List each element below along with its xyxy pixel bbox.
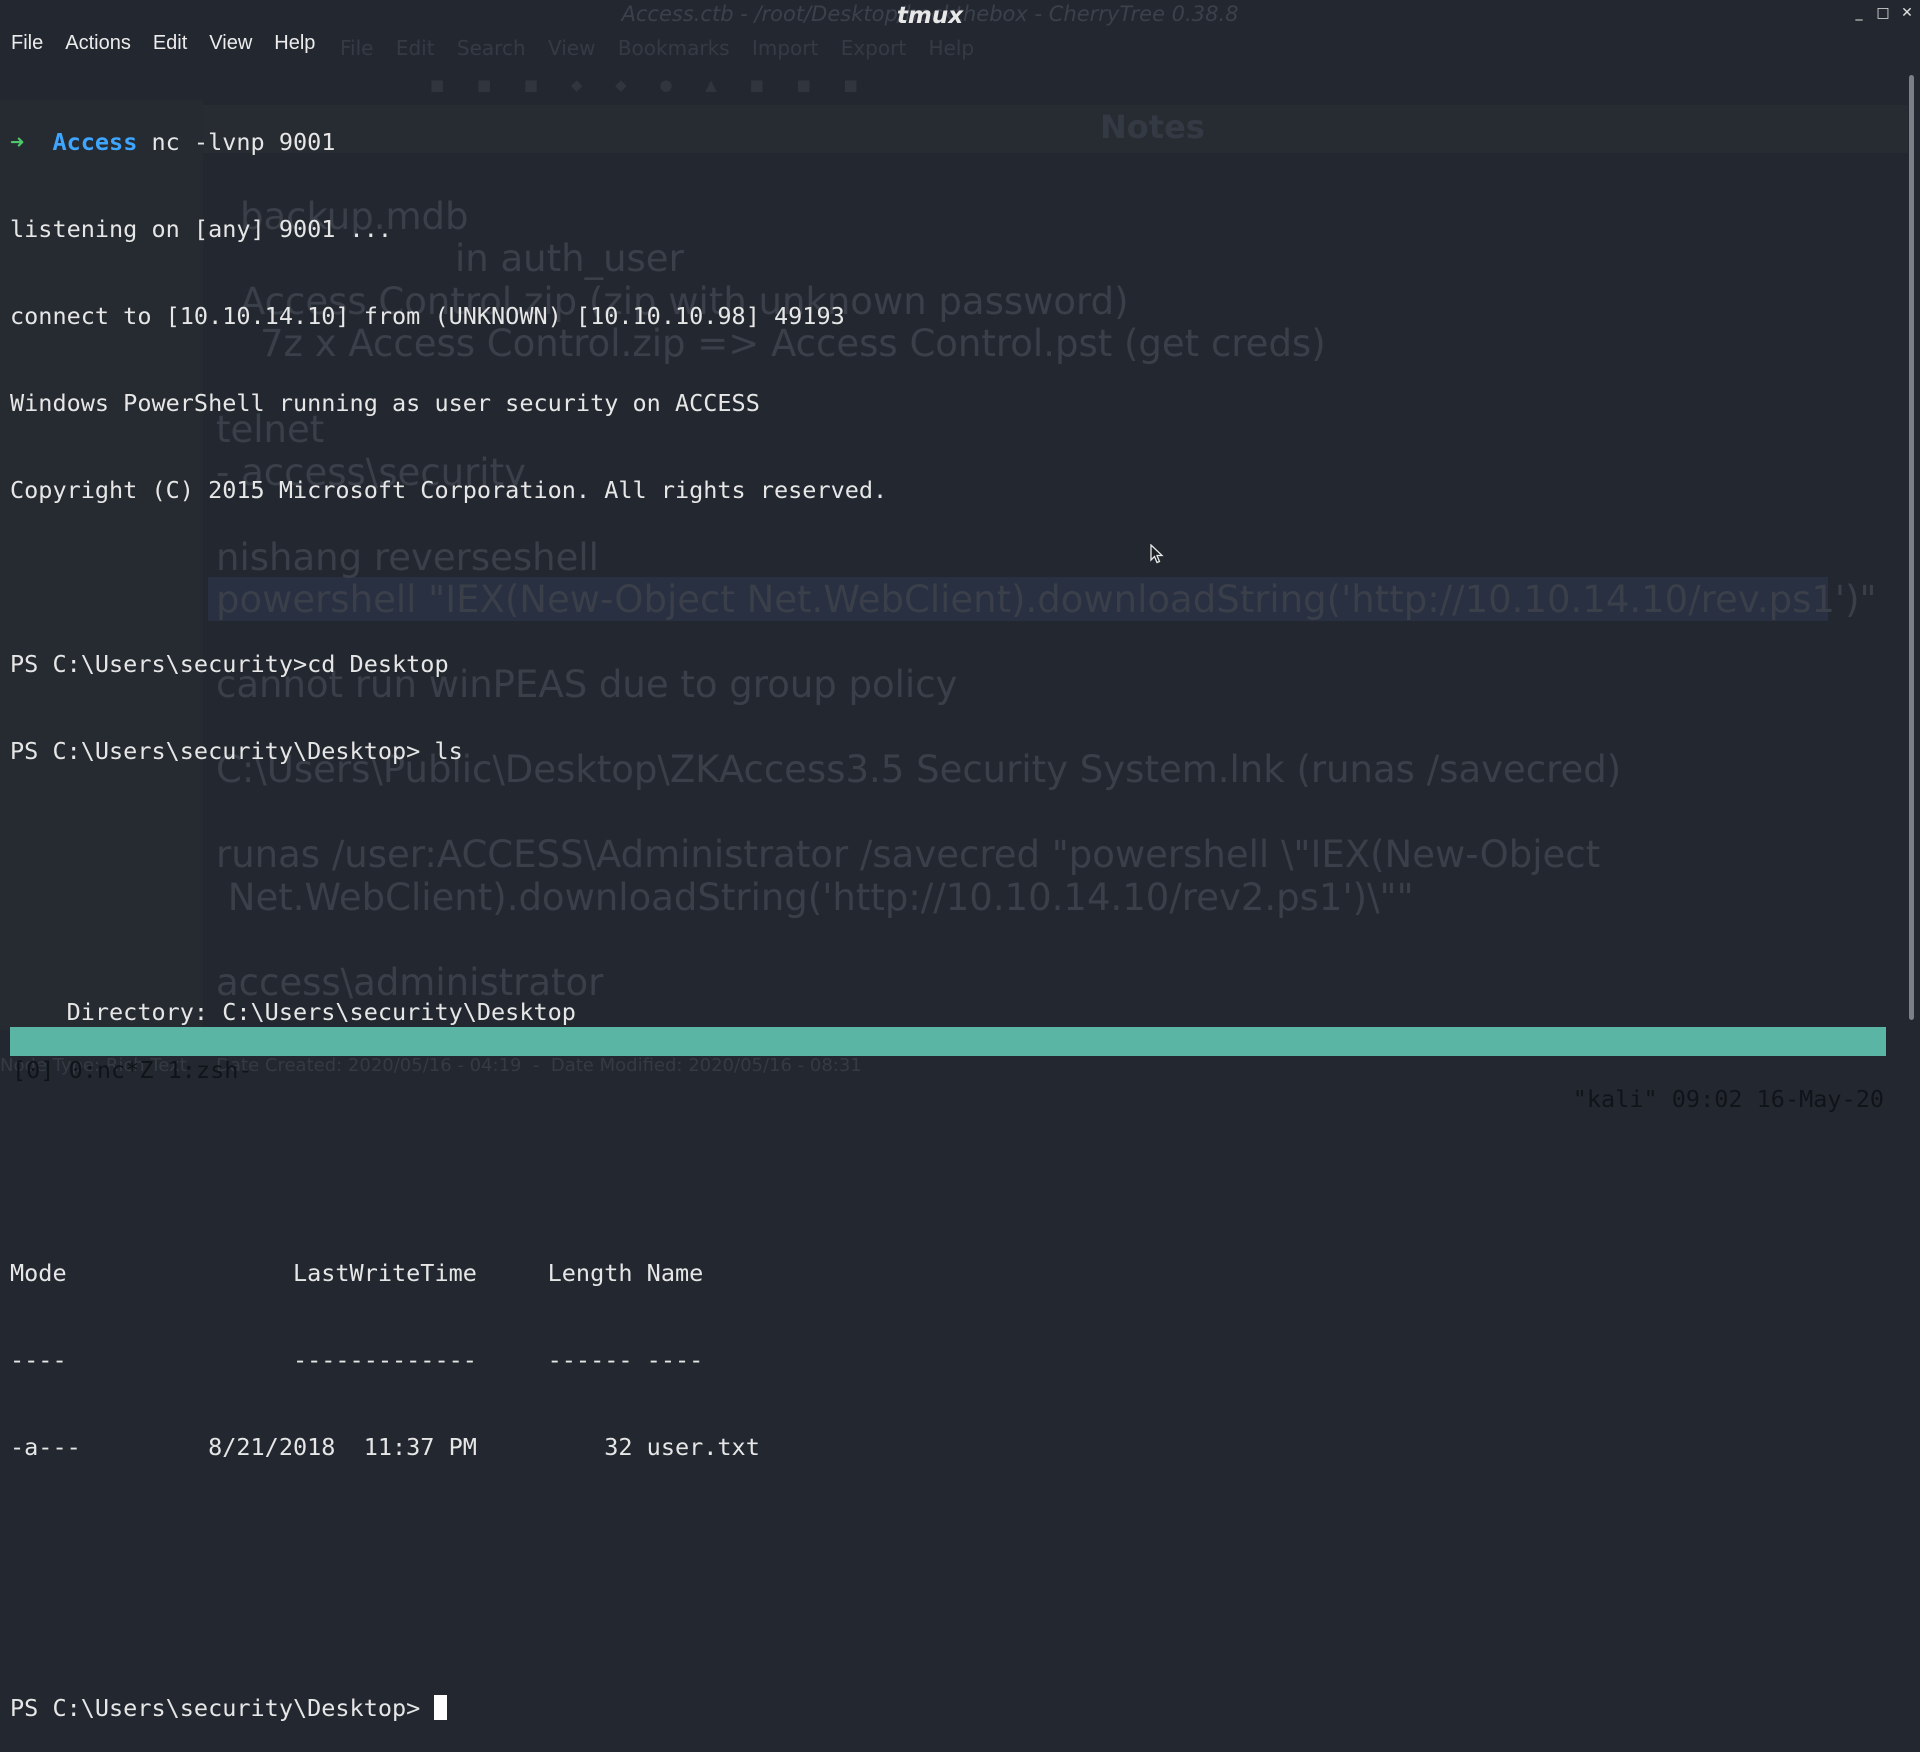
background-notes-title: Notes [1100,108,1205,146]
maximize-icon[interactable]: □ [1876,5,1890,21]
tmux-window-list[interactable]: [0] 0:nc*Z 1:zsh- [12,1056,253,1085]
prompt-directory: Access [52,128,138,156]
tmux-status-bar: [0] 0:nc*Z 1:zsh- "kali" 09:02 16-May-20 [10,1027,1886,1113]
background-menu-help: Help [928,36,975,60]
close-icon[interactable]: ✕ [1900,5,1914,21]
background-menu-edit: Edit [395,36,435,60]
terminal-line: listening on [any] 9001 ... [10,215,393,243]
background-menu-export: Export [840,36,907,60]
terminal-line: PS C:\Users\security\Desktop> ls [10,737,463,765]
terminal-line: Mode LastWriteTime Length Name [10,1259,704,1287]
window-controls: _ □ ✕ [1852,5,1914,21]
terminal-line: -a--- 8/21/2018 11:37 PM 32 user.txt [10,1433,760,1461]
minimize-icon[interactable]: _ [1852,5,1866,21]
prompt-line: ➜ Access nc -lvnp 9001 [10,128,887,157]
active-prompt-line[interactable]: PS C:\Users\security\Desktop> [10,1694,887,1723]
terminal-line: connect to [10.10.14.10] from (UNKNOWN) … [10,302,845,330]
terminal-line: Windows PowerShell running as user secur… [10,389,760,417]
scrollbar[interactable] [1909,75,1914,1020]
menu-edit[interactable]: Edit [142,30,198,57]
background-menubar: File Edit Search View Bookmarks Import E… [340,36,990,60]
background-menu-file: File [340,36,374,60]
terminal-line: Copyright (C) 2015 Microsoft Corporation… [10,476,888,504]
menu-actions[interactable]: Actions [54,30,142,57]
menu-view[interactable]: View [198,30,263,57]
background-menu-view: View [548,36,596,60]
powershell-prompt: PS C:\Users\security\Desktop> [10,1694,435,1722]
text-cursor [434,1695,448,1720]
menu-help[interactable]: Help [263,30,326,57]
background-menu-import: Import [751,36,819,60]
mouse-pointer-icon [1150,544,1164,564]
terminal-output[interactable]: ➜ Access nc -lvnp 9001 listening on [any… [10,70,887,1752]
terminal-line: PS C:\Users\security>cd Desktop [10,650,449,678]
terminal-line: Directory: C:\Users\security\Desktop [10,998,576,1026]
background-menu-search: Search [456,36,526,60]
menubar: File Actions Edit View Help [0,30,326,57]
prompt-arrow-icon: ➜ [10,128,25,156]
tmux-host-clock: "kali" 09:02 16-May-20 [1572,1085,1884,1113]
window-title: tmux [896,3,964,29]
terminal-line: ---- ------------- ------ ---- [10,1346,704,1374]
prompt-command: nc -lvnp 9001 [137,128,336,156]
menu-file[interactable]: File [0,30,54,57]
background-menu-bookmarks: Bookmarks [617,36,730,60]
